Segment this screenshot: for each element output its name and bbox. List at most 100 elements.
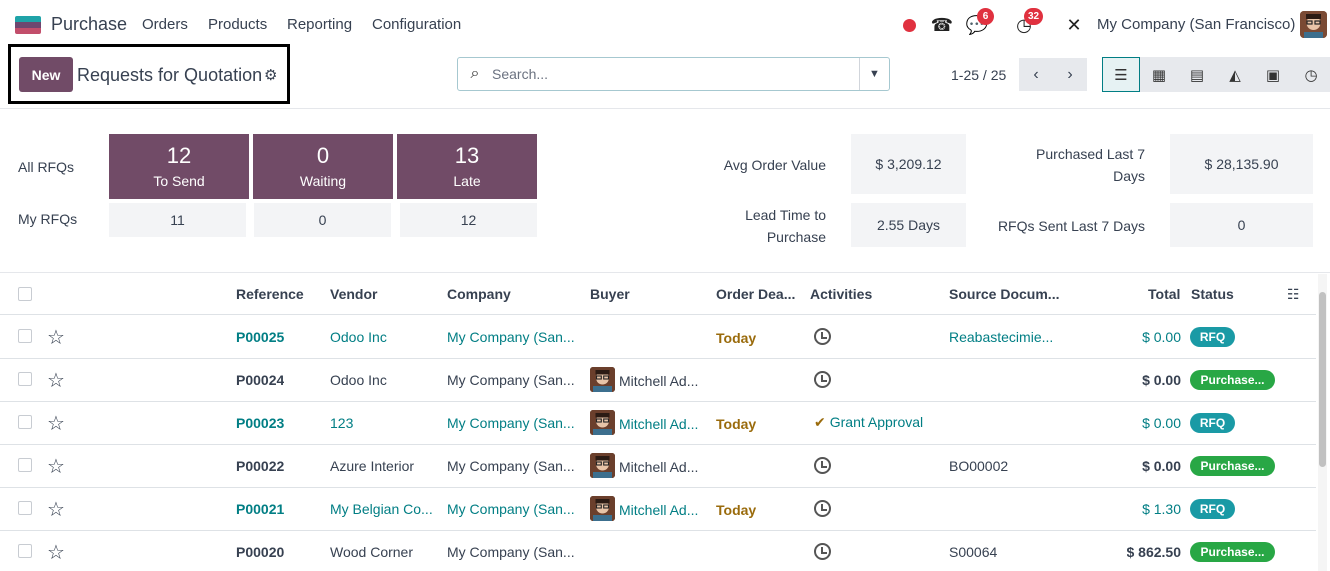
tile-to-send[interactable]: 12 To Send (109, 134, 249, 199)
table-row[interactable]: ☆ P00023 123 My Company (San... Mitchell Ad.… (0, 402, 1316, 445)
cell-reference: P00021 (236, 501, 285, 517)
pager-next-icon[interactable]: › (1053, 58, 1087, 91)
row-checkbox[interactable] (18, 501, 32, 515)
cell-total: $ 0.00 (1142, 458, 1181, 474)
star-icon[interactable]: ☆ (47, 454, 65, 479)
activities-badge: 32 (1024, 8, 1044, 25)
col-source-document[interactable]: Source Docum... (949, 286, 1059, 302)
user-avatar[interactable] (1300, 11, 1327, 38)
cell-source-document: BO00002 (949, 458, 1009, 474)
table-row[interactable]: ☆ P00022 Azure Interior My Company (San... M… (0, 445, 1316, 488)
company-switcher[interactable]: My Company (San Francisco) (1097, 16, 1295, 33)
activity-clock-icon[interactable] (814, 543, 831, 560)
table-row[interactable]: ☆ P00025 Odoo Inc My Company (San... Today Re… (0, 316, 1316, 359)
gear-icon[interactable]: ⚙ (264, 66, 277, 84)
pivot-view-icon[interactable]: ▤ (1178, 57, 1216, 92)
col-reference[interactable]: Reference (236, 286, 304, 302)
new-button[interactable]: New (19, 57, 73, 92)
cell-vendor[interactable]: Odoo Inc (330, 329, 440, 345)
menu-orders[interactable]: Orders (142, 16, 188, 33)
col-total[interactable]: Total (1148, 286, 1180, 302)
cell-vendor: Wood Corner (330, 544, 414, 560)
my-rfqs-label: My RFQs (18, 211, 78, 227)
tile-late[interactable]: 13 Late (397, 134, 537, 199)
col-vendor[interactable]: Vendor (330, 286, 377, 302)
debug-tools-icon[interactable]: ✕ (1062, 13, 1086, 37)
buyer-avatar (590, 410, 615, 435)
col-status[interactable]: Status (1191, 286, 1234, 302)
table-row[interactable]: ☆ P00020 Wood Corner My Company (San... S000… (0, 531, 1316, 571)
pager-previous-icon[interactable]: ‹ (1019, 58, 1053, 91)
star-icon[interactable]: ☆ (47, 325, 65, 350)
cell-company[interactable]: My Company (San... (447, 501, 582, 517)
row-checkbox[interactable] (18, 372, 32, 386)
search-options-chevron-down-icon[interactable]: ▼ (859, 58, 889, 90)
purchased-label-line2: Days (1113, 168, 1145, 184)
col-order-deadline[interactable]: Order Dea... (716, 286, 795, 302)
control-panel-left: New Requests for Quotation ⚙ (8, 44, 290, 104)
col-activities[interactable]: Activities (810, 286, 872, 302)
app-name[interactable]: Purchase (51, 14, 127, 35)
cell-company[interactable]: My Company (San... (447, 415, 582, 431)
calendar-view-icon[interactable]: ▣ (1254, 57, 1292, 92)
table-row[interactable]: ☆ P00024 Odoo Inc My Company (San... Mitchel… (0, 359, 1316, 402)
graph-view-icon[interactable]: ◭ (1216, 57, 1254, 92)
rfqs-sent-value: 0 (1170, 203, 1313, 247)
cell-total: $ 862.50 (1126, 544, 1182, 560)
phone-icon[interactable]: ☎ (930, 13, 954, 37)
tile-count: 0 (316, 143, 330, 168)
lead-time-value: 2.55 Days (851, 203, 966, 247)
messages-icon[interactable]: 💬 6 (965, 8, 994, 37)
col-buyer[interactable]: Buyer (590, 286, 630, 302)
activity-clock-icon[interactable] (814, 500, 831, 517)
purchase-app-icon[interactable] (15, 16, 41, 34)
cell-vendor[interactable]: My Belgian Co... (330, 501, 440, 517)
cell-source-document[interactable]: Reabastecimie... (949, 329, 1059, 345)
list-view-icon[interactable]: ☰ (1102, 57, 1140, 92)
menu-products[interactable]: Products (208, 16, 267, 33)
page-title[interactable]: Requests for Quotation (77, 65, 262, 86)
activity-clock-icon[interactable] (814, 328, 831, 345)
row-checkbox[interactable] (18, 415, 32, 429)
cell-total: $ 0.00 (1142, 415, 1181, 431)
row-checkbox[interactable] (18, 544, 32, 558)
activity-clock-icon[interactable] (814, 457, 831, 474)
buyer-avatar (590, 367, 615, 392)
my-late[interactable]: 12 (400, 203, 537, 237)
activity-grant-approval[interactable]: ✔ Grant Approval (814, 414, 923, 431)
activity-clock-icon[interactable] (814, 371, 831, 388)
status-badge: Purchase... (1190, 370, 1275, 390)
activity-view-icon[interactable]: ◷ (1292, 57, 1330, 92)
cell-company[interactable]: My Company (San... (447, 329, 582, 345)
row-checkbox[interactable] (18, 458, 32, 472)
cell-reference: P00025 (236, 329, 285, 345)
cell-reference: P00022 (236, 458, 285, 474)
star-icon[interactable]: ☆ (47, 540, 65, 565)
activities-clock-icon[interactable]: ◷ 32 (1012, 8, 1044, 37)
purchased-label-line1: Purchased Last 7 (1036, 146, 1145, 162)
menu-configuration[interactable]: Configuration (372, 16, 461, 33)
cell-company: My Company (San... (447, 544, 575, 560)
star-icon[interactable]: ☆ (47, 368, 65, 393)
search-input[interactable] (492, 66, 852, 82)
cell-reference: P00024 (236, 372, 285, 388)
table-row[interactable]: ☆ P00021 My Belgian Co... My Company (San..… (0, 488, 1316, 531)
search-icon: ⌕ (470, 65, 480, 82)
star-icon[interactable]: ☆ (47, 411, 65, 436)
kanban-view-icon[interactable]: ▦ (1140, 57, 1178, 92)
optional-columns-sliders-icon[interactable]: ☷ (1287, 286, 1300, 303)
menu-reporting[interactable]: Reporting (287, 16, 352, 33)
row-checkbox[interactable] (18, 329, 32, 343)
avg-order-label: Avg Order Value (723, 157, 826, 173)
my-waiting[interactable]: 0 (254, 203, 391, 237)
select-all-checkbox[interactable] (18, 287, 32, 301)
cell-vendor[interactable]: 123 (330, 415, 440, 431)
tile-waiting[interactable]: 0 Waiting (253, 134, 393, 199)
pager-value[interactable]: 1-25 / 25 (951, 67, 1006, 83)
status-dot-icon[interactable] (903, 19, 916, 32)
col-company[interactable]: Company (447, 286, 511, 302)
star-icon[interactable]: ☆ (47, 497, 65, 522)
my-to-send[interactable]: 11 (109, 203, 246, 237)
status-badge: Purchase... (1190, 542, 1275, 562)
scrollbar-thumb[interactable] (1319, 292, 1326, 467)
